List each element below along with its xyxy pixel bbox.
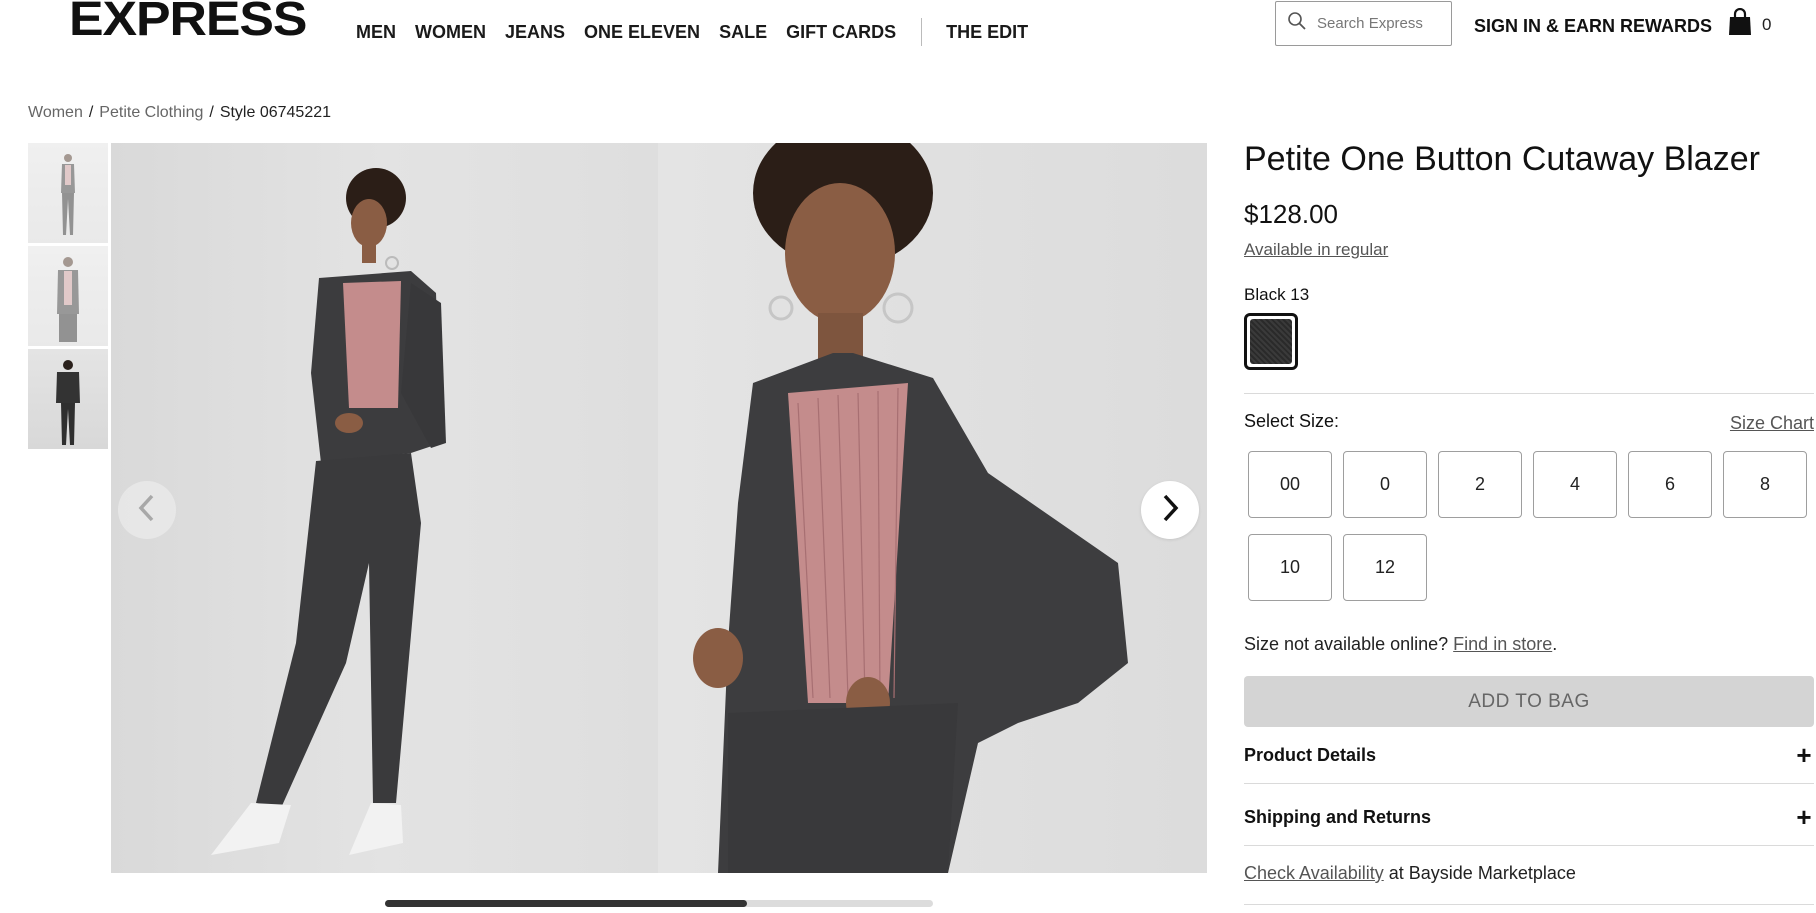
gallery-scroll-bar[interactable] [385, 900, 933, 907]
product-details-accordion[interactable]: Product Details + [1244, 742, 1814, 768]
nav-item-gift-cards[interactable]: GIFT CARDS [786, 21, 896, 43]
size-not-available-label: Size not available online? [1244, 634, 1449, 654]
divider [1244, 845, 1814, 846]
model-figure-image [57, 257, 79, 342]
period: . [1552, 634, 1558, 654]
nav-item-men[interactable]: MEN [356, 21, 396, 43]
size-option[interactable]: 6 [1628, 451, 1712, 518]
gallery-next-button[interactable] [1141, 481, 1199, 539]
chevron-left-icon [137, 493, 157, 528]
product-title: Petite One Button Cutaway Blazer [1244, 140, 1760, 178]
sign-in-link[interactable]: SIGN IN & EARN REWARDS [1474, 16, 1712, 37]
size-option[interactable]: 12 [1343, 534, 1427, 601]
search-box[interactable] [1275, 1, 1452, 46]
gallery-scroll-thumb[interactable] [385, 900, 747, 907]
divider [1244, 783, 1814, 784]
nav-item-the-edit[interactable]: THE EDIT [946, 21, 1028, 43]
size-option[interactable]: 4 [1533, 451, 1617, 518]
nav-item-women[interactable]: WOMEN [415, 21, 486, 43]
shopping-bag-icon [1728, 7, 1752, 41]
product-price: $128.00 [1244, 199, 1338, 229]
shipping-returns-label: Shipping and Returns [1244, 806, 1431, 827]
size-not-available-text: Size not available online? Find in store… [1244, 634, 1557, 655]
product-details-label: Product Details [1244, 744, 1377, 765]
product-thumbnail[interactable] [28, 246, 108, 346]
breadcrumb-separator: / [88, 104, 94, 121]
plus-icon: + [1796, 802, 1812, 832]
divider [1244, 904, 1814, 905]
size-option[interactable]: 00 [1248, 451, 1332, 518]
chevron-right-icon [1160, 493, 1180, 528]
breadcrumb-women[interactable]: Women [28, 104, 83, 122]
nav-item-jeans[interactable]: JEANS [505, 21, 565, 43]
swatch-fill [1250, 319, 1292, 364]
nav-divider [921, 18, 923, 46]
thumbnail-list [28, 143, 108, 452]
add-to-bag-button[interactable]: ADD TO BAG [1244, 676, 1814, 727]
breadcrumb: Women / Petite Clothing / Style 06745221 [28, 104, 331, 122]
search-input[interactable] [1317, 15, 1447, 32]
available-in-regular-link[interactable]: Available in regular [1244, 240, 1388, 260]
check-availability-link[interactable]: Check Availability [1244, 863, 1384, 883]
product-image-closeup [658, 143, 1207, 873]
size-option[interactable]: 0 [1343, 451, 1427, 518]
size-option[interactable]: 8 [1723, 451, 1807, 518]
product-image-gallery[interactable] [111, 143, 1207, 873]
search-icon[interactable] [1287, 11, 1307, 36]
model-figure-image [61, 154, 75, 235]
breadcrumb-separator: / [209, 104, 214, 121]
breadcrumb-current: Style 06745221 [219, 104, 332, 121]
store-name-text: at Bayside Marketplace [1388, 863, 1576, 883]
nav-item-sale[interactable]: SALE [719, 21, 767, 43]
product-thumbnail-active[interactable] [28, 349, 108, 449]
divider [1244, 393, 1814, 394]
model-back-image [56, 360, 80, 445]
color-label: Black 13 [1244, 285, 1310, 304]
product-thumbnail[interactable] [28, 143, 108, 243]
nav-item-one-eleven[interactable]: ONE ELEVEN [584, 21, 700, 43]
size-option[interactable]: 10 [1248, 534, 1332, 601]
main-nav: MEN WOMEN JEANS ONE ELEVEN SALE GIFT CAR… [356, 18, 1047, 46]
shopping-bag-button[interactable]: 0 [1728, 7, 1772, 41]
product-image-full-body [111, 143, 658, 873]
check-availability-row: Check Availability at Bayside Marketplac… [1244, 863, 1576, 884]
size-chart-link[interactable]: Size Chart [1730, 413, 1814, 434]
find-in-store-link[interactable]: Find in store [1453, 634, 1552, 654]
plus-icon: + [1796, 740, 1812, 770]
size-option[interactable]: 2 [1438, 451, 1522, 518]
breadcrumb-petite-clothing[interactable]: Petite Clothing [99, 104, 203, 122]
shipping-returns-accordion[interactable]: Shipping and Returns + [1244, 804, 1814, 830]
express-logo[interactable]: EXPRESS [69, 0, 307, 48]
select-size-label: Select Size: [1244, 411, 1340, 431]
gallery-prev-button[interactable] [118, 481, 176, 539]
color-swatch-black[interactable] [1244, 313, 1298, 370]
bag-count: 0 [1762, 14, 1772, 34]
